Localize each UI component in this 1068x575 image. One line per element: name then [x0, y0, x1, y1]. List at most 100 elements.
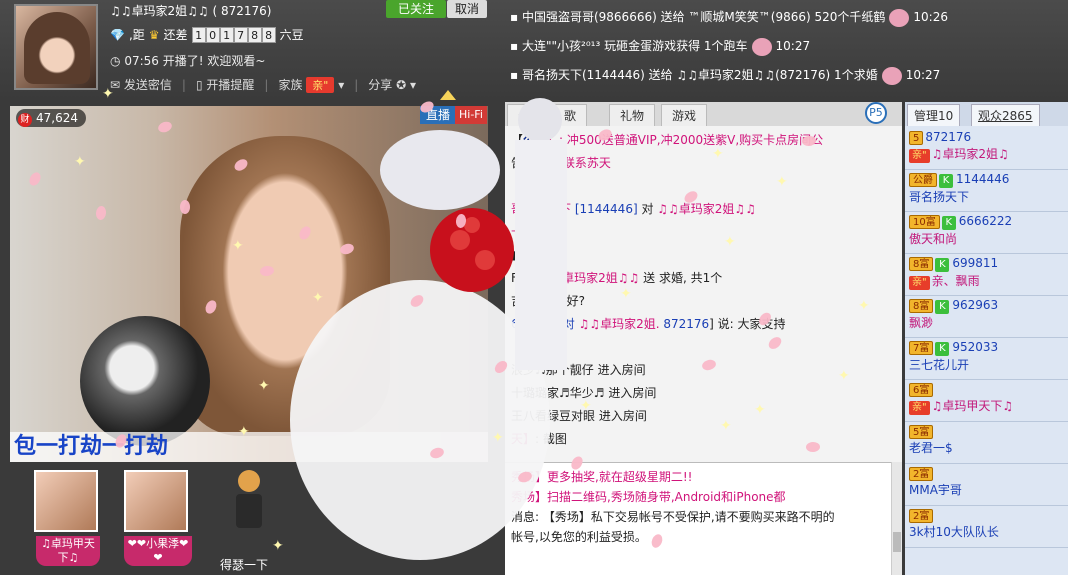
- live-remind-button[interactable]: ▯ 开播提醒: [196, 76, 254, 93]
- message-fragment[interactable]: 】: 冲500送普通VIP,冲2000送紫V,购买: [547, 133, 763, 147]
- hifi-tag[interactable]: Hi-Fi: [455, 106, 487, 124]
- cancel-follow-button[interactable]: 取消: [447, 0, 487, 18]
- sparkle-icon: ✦: [776, 174, 788, 190]
- user-row[interactable]: 8富 K 699811 亲" 亲、飘雨: [905, 254, 1068, 296]
- message-fragment[interactable]: 卡卡: [511, 225, 535, 239]
- k-badge-icon: K: [939, 174, 953, 188]
- message-fragment[interactable]: ♫♫卓玛家2姐.: [579, 317, 660, 331]
- anchor-avatar[interactable]: [14, 4, 98, 90]
- sparkle-icon: ✦: [312, 290, 324, 306]
- diamond-icon: 💎: [110, 27, 125, 42]
- user-row[interactable]: 7富 K 952033 三七花儿开: [905, 338, 1068, 380]
- sparkle-icon: ✦: [838, 368, 850, 384]
- gift-feed-time: 10:27: [775, 39, 811, 53]
- tab-public[interactable]: 公: [507, 104, 542, 126]
- system-message: 秀场】更多抽奖,就在超级星期二!!: [511, 467, 896, 487]
- user-id: 1144446: [956, 172, 1010, 186]
- wealth-value: 47,624: [36, 111, 78, 125]
- message-fragment[interactable]: 更多抽奖,就在超级星期二!!: [547, 470, 692, 484]
- rank-progress: 💎 ,距 ♛ 还差 101788 六豆: [110, 26, 304, 43]
- gift-feed-text: 大连""小孩²⁰¹³ 玩砸金蛋游戏获得 1个跑车: [521, 39, 748, 53]
- sparkle-icon: ✦: [102, 86, 114, 102]
- tab-admins[interactable]: 管理10: [907, 104, 961, 126]
- gift-feed-time: 10:26: [913, 10, 948, 24]
- message-fragment[interactable]: 67dpqw 对: [511, 317, 579, 331]
- send-message-button[interactable]: ✉ 发送密信: [110, 76, 172, 93]
- k-badge-icon: K: [935, 258, 950, 272]
- scrollbar[interactable]: [891, 462, 902, 575]
- tab-games[interactable]: 游戏: [661, 104, 708, 126]
- message-fragment: 求婚, 共1个: [655, 271, 723, 285]
- user-row[interactable]: 5富 老君一$: [905, 422, 1068, 464]
- message-fragment[interactable]: …多多,联系苏天: [523, 156, 611, 170]
- chat-message: 哥名扬天下 [1144446] 对 ♫♫卓玛家2姐♫♫: [511, 199, 896, 222]
- user-row[interactable]: 5 872176 亲" ♫卓玛家2姐♫: [905, 128, 1068, 170]
- family-button[interactable]: 家族 亲" ▾: [278, 76, 344, 93]
- chat-message: 告…多多,联系苏天: [511, 153, 896, 176]
- rank-digit: 8: [261, 26, 276, 43]
- tab-gifts[interactable]: 礼物: [609, 104, 656, 126]
- sparkle-icon: ✦: [258, 378, 270, 394]
- message-fragment[interactable]: 872176: [660, 317, 709, 331]
- k-badge-icon: K: [935, 342, 950, 356]
- chat-message: 天】: 截图: [511, 429, 896, 452]
- gift-feed-time: 10:27: [905, 68, 941, 82]
- message-fragment: : 截图: [535, 432, 567, 446]
- message-fragment[interactable]: 秀场】扫描二维码,秀场随身带,Android和iPhone都: [511, 490, 786, 504]
- chat-message: ■: 我看像: [511, 245, 896, 268]
- user-name: 傲天和尚: [909, 232, 958, 246]
- gift-icon: [889, 8, 910, 27]
- message-fragment[interactable]: ♫♫卓玛家2姐♫♫: [541, 271, 640, 285]
- chat-message: [511, 337, 896, 360]
- user-tabs: 管理10 观众2865: [905, 102, 1068, 126]
- user-row[interactable]: 10富 K 6666222 傲天和尚: [905, 212, 1068, 254]
- share-button[interactable]: 分享 ✪ ▾: [368, 76, 416, 93]
- wealth-counter: 财 47,624: [16, 109, 86, 127]
- gift-feed-text: 中国强盗哥哥(9866666) 送给 ™顺城M笑笑™(9866) 520个千纸鹤: [521, 10, 886, 24]
- streamer-video: [180, 136, 390, 436]
- header-bar: ♫♫卓玛家2姐♫♫ ( 872176) 已关注 取消 💎 ,距 ♛ 还差 101…: [0, 0, 1068, 100]
- chat-message: 卡卡: [511, 222, 896, 245]
- chat-panel: 公 歌 礼物 游戏 P5 【公告】: 冲500送普通VIP,冲2000送紫V,购…: [505, 102, 902, 575]
- user-row[interactable]: 2富 3k村10大队队长: [905, 506, 1068, 548]
- guard-strip: ♫卓玛甲天下♫ ❤❤小果㳵❤❤ 得瑟一下: [0, 462, 490, 575]
- follow-button[interactable]: 已关注: [386, 0, 446, 18]
- message-fragment[interactable]: 天】: [511, 432, 535, 446]
- divider: |: [354, 77, 359, 92]
- family-tag: 亲": [909, 149, 930, 163]
- guard-avatar[interactable]: [34, 470, 98, 532]
- level-badge: 7富: [909, 341, 934, 355]
- guard-avatar[interactable]: [124, 470, 188, 532]
- wealth-icon: 财: [18, 113, 32, 127]
- room-id: ( 872176): [212, 4, 272, 18]
- chat-message: 67dpqw 对 ♫♫卓玛家2姐. 872176] 说: 大家支持: [511, 314, 896, 337]
- level-badge: 5: [909, 131, 924, 145]
- user-row[interactable]: 8富 K 962963 飘渺: [905, 296, 1068, 338]
- message-fragment[interactable]: ♫♫卓玛家2姐♫♫: [657, 202, 756, 216]
- message-fragment: 王八看绿豆对眼 进入房间: [511, 409, 647, 423]
- message-fragment: 公告: [523, 133, 548, 147]
- live-status-text: 07:56 开播了! 欢迎观看~: [124, 54, 266, 68]
- send-message-label: 发送密信: [123, 78, 172, 92]
- message-fragment: 送: [639, 271, 656, 285]
- message-fragment[interactable]: [1144446]: [575, 202, 638, 216]
- user-id: 6666222: [958, 214, 1013, 228]
- share-label: 分享: [368, 78, 393, 92]
- rank-prefix: ,距: [128, 28, 145, 42]
- p5-badge[interactable]: P5: [865, 102, 887, 124]
- rank-digit: 1: [219, 26, 234, 43]
- message-fragment[interactable]: 哥名扬天下: [511, 202, 575, 216]
- chat-message: 【公告】: 冲500送普通VIP,冲2000送紫V,购买卡点房间公: [511, 130, 896, 153]
- user-row[interactable]: 2富 MMA宇哥: [905, 464, 1068, 506]
- tab-audience[interactable]: 观众2865: [971, 104, 1040, 126]
- clock-icon: ◷: [110, 54, 121, 68]
- rank-mid: 还差: [163, 28, 188, 42]
- tab-songs[interactable]: 歌: [553, 104, 588, 126]
- user-row[interactable]: 公爵 K 1144446 哥名扬天下: [905, 170, 1068, 212]
- user-row[interactable]: 6富 亲" ♫卓玛甲天下♫: [905, 380, 1068, 422]
- message-fragment: 【: [511, 133, 524, 147]
- message-fragment: 吉林妹, 你好?: [511, 294, 585, 308]
- k-badge-icon: K: [935, 300, 950, 314]
- cartoon-figure-icon[interactable]: [232, 470, 266, 530]
- gift-icon: [751, 37, 772, 56]
